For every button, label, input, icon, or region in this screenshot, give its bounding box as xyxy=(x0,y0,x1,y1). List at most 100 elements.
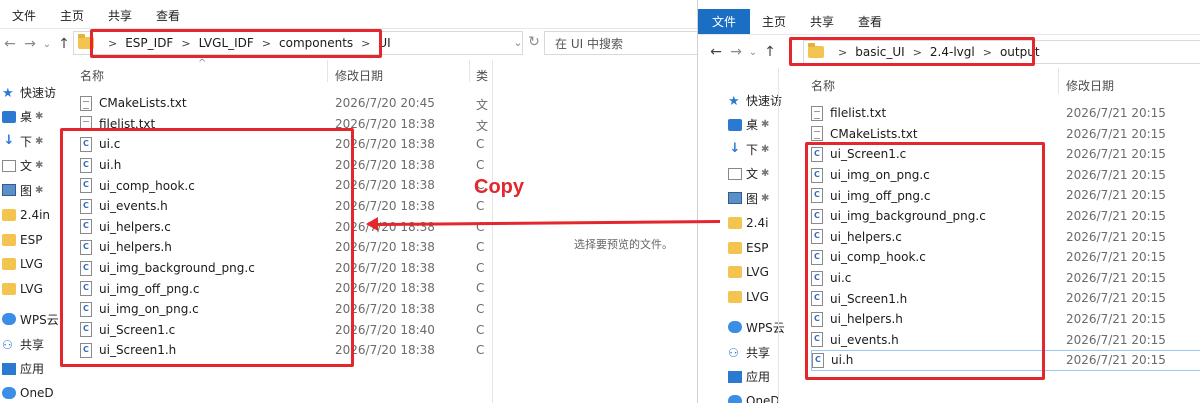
sidebar-item-label: 2.4in xyxy=(20,208,51,222)
crumb-output[interactable]: output xyxy=(1000,45,1040,59)
sidebar-item-label: 应用 xyxy=(20,362,45,377)
tab-file[interactable]: 文件 xyxy=(0,3,48,28)
file-date: 2026/7/20 18:38 xyxy=(335,178,435,193)
file-type: 文 xyxy=(476,118,489,133)
column-header-name[interactable]: 名称 xyxy=(811,74,835,96)
crumb-2-4-lvgl[interactable]: 2.4-lvgl xyxy=(930,45,975,59)
sidebar-item[interactable]: 图 ✱ xyxy=(0,178,43,202)
copy-annotation-label: Copy xyxy=(474,176,524,198)
sidebar-item[interactable]: 文 ✱ xyxy=(726,162,769,186)
file-name: ui_events.h xyxy=(830,332,899,347)
crumb-components[interactable]: components xyxy=(279,36,353,50)
sidebar-item[interactable]: ESP xyxy=(0,228,42,252)
sidebar-item-label: LVG xyxy=(746,289,769,304)
tab-view[interactable]: 查看 xyxy=(144,3,192,28)
text-file-icon xyxy=(80,116,92,132)
crumb-basic-ui[interactable]: basic_UI xyxy=(855,45,904,59)
file-row[interactable]: ui_events.h xyxy=(80,196,325,217)
sidebar-item[interactable]: 桌 ✱ xyxy=(0,105,43,129)
file-row[interactable]: ui_comp_hook.c xyxy=(80,175,325,196)
file-row[interactable]: ui.c xyxy=(80,134,325,155)
tab-home[interactable]: 主页 xyxy=(750,9,798,34)
address-path-right[interactable]: > basic_UI > 2.4-lvgl > output xyxy=(803,40,1200,64)
star-icon: ★ xyxy=(2,86,14,101)
sidebar-item[interactable]: ★ 快速访 xyxy=(726,88,782,112)
tab-share[interactable]: 共享 xyxy=(96,3,144,28)
text-file-icon xyxy=(811,126,823,142)
file-row[interactable]: ui_img_on_png.c xyxy=(80,299,325,320)
refresh-icon[interactable]: ↻ xyxy=(524,34,544,50)
file-row[interactable]: ui.h xyxy=(80,155,325,176)
explorer-window-right: 文件 主页 共享 查看 ← → ⌄ ↑ > basic_UI > 2.4-lvg… xyxy=(697,0,1200,403)
file-date: 2026/7/20 18:38 xyxy=(335,199,435,213)
forward-arrow-icon[interactable]: → xyxy=(20,36,40,52)
sidebar-item[interactable]: WPS云 xyxy=(726,315,785,339)
preview-pane-text: 选择要预览的文件。 xyxy=(574,238,673,251)
file-type: 文 xyxy=(476,98,489,112)
sidebar-item[interactable]: 2.4in xyxy=(0,203,50,227)
sidebar-item[interactable]: 应用 xyxy=(726,365,770,389)
sidebar-item[interactable]: 文 ✱ xyxy=(0,154,43,178)
up-arrow-icon[interactable]: ↑ xyxy=(760,44,780,60)
sidebar-item[interactable]: LVG xyxy=(726,285,769,309)
forward-arrow-icon[interactable]: → xyxy=(726,44,746,60)
file-name: ui.c xyxy=(99,137,121,152)
crumb-esp-idf[interactable]: ESP_IDF xyxy=(125,36,173,50)
file-date: 2026/7/21 20:15 xyxy=(1066,250,1166,265)
crumb-lvgl-idf[interactable]: LVGL_IDF xyxy=(199,36,254,50)
sidebar-item[interactable]: WPS云 xyxy=(0,307,59,331)
tab-file[interactable]: 文件 xyxy=(698,9,751,34)
c-file-icon xyxy=(80,281,92,297)
sidebar-item[interactable]: LVG xyxy=(0,277,43,301)
sidebar-item[interactable]: LVG xyxy=(0,252,43,276)
search-input-left[interactable]: 在 UI 中搜索 xyxy=(544,31,700,55)
file-row[interactable]: ui_Screen1.h xyxy=(80,340,325,361)
recent-chevron-icon[interactable]: ⌄ xyxy=(746,47,760,58)
column-header-date[interactable]: 修改日期 xyxy=(1066,74,1114,96)
file-date: 2026/7/20 20:45 xyxy=(335,96,435,110)
file-row[interactable]: CMakeLists.txt xyxy=(80,93,325,114)
sidebar-item[interactable]: 图 ✱ xyxy=(726,186,769,210)
recent-chevron-icon[interactable]: ⌄ xyxy=(40,39,54,50)
tab-share[interactable]: 共享 xyxy=(798,9,846,34)
file-row[interactable]: ui_helpers.c xyxy=(80,217,325,238)
file-row[interactable]: ui_Screen1.c xyxy=(80,320,325,341)
file-row[interactable]: filelist.txt xyxy=(80,114,325,135)
crumb-ui[interactable]: UI xyxy=(378,36,390,50)
sidebar-item[interactable]: 2.4i xyxy=(726,211,768,235)
file-row[interactable]: ui_helpers.h xyxy=(80,237,325,258)
sidebar-item[interactable]: OneD xyxy=(0,381,54,403)
c-file-icon xyxy=(80,301,92,317)
column-header-type[interactable]: 类 xyxy=(476,64,488,86)
up-arrow-icon[interactable]: ↑ xyxy=(54,36,74,52)
file-row[interactable]: ui_img_off_png.c xyxy=(80,278,325,299)
back-arrow-icon[interactable]: ← xyxy=(0,36,20,52)
file-date: 2026/7/20 18:38 xyxy=(335,240,435,255)
sidebar-item[interactable]: OneD xyxy=(726,389,780,403)
tab-view[interactable]: 查看 xyxy=(846,9,894,34)
sidebar-item[interactable]: 桌 ✱ xyxy=(726,113,769,137)
file-date: 2026/7/21 20:15 xyxy=(1066,229,1166,244)
sidebar-item[interactable]: 应用 xyxy=(0,357,44,381)
column-header-date[interactable]: 修改日期 xyxy=(335,64,383,86)
sidebar-item[interactable]: ⚇ 共享 xyxy=(726,340,770,364)
sidebar-item[interactable]: ESP xyxy=(726,236,768,260)
column-header-name[interactable]: 名称 xyxy=(80,64,104,86)
folder-icon xyxy=(2,258,16,271)
sidebar-item[interactable]: ↓ 下 ✱ xyxy=(0,129,44,153)
address-path-left[interactable]: > ESP_IDF > LVGL_IDF > components > UI xyxy=(73,31,523,55)
file-name: ui.c xyxy=(830,271,852,286)
file-date: 2026/7/20 18:38 xyxy=(335,281,435,296)
folder-icon xyxy=(728,290,742,303)
file-name: ui_helpers.c xyxy=(99,219,171,234)
sidebar-item[interactable]: ↓ 下 ✱ xyxy=(726,137,770,161)
sidebar-item-label: ESP xyxy=(20,232,43,247)
back-arrow-icon[interactable]: ← xyxy=(706,44,726,60)
sidebar-item[interactable]: LVG xyxy=(726,260,769,284)
sidebar-item[interactable]: ⚇ 共享 xyxy=(0,332,44,356)
folder-icon xyxy=(808,43,824,58)
file-row[interactable]: ui_img_background_png.c xyxy=(80,258,325,279)
c-file-icon xyxy=(80,178,92,194)
tab-home[interactable]: 主页 xyxy=(48,3,96,28)
sidebar-item[interactable]: ★ 快速访 xyxy=(0,80,56,104)
